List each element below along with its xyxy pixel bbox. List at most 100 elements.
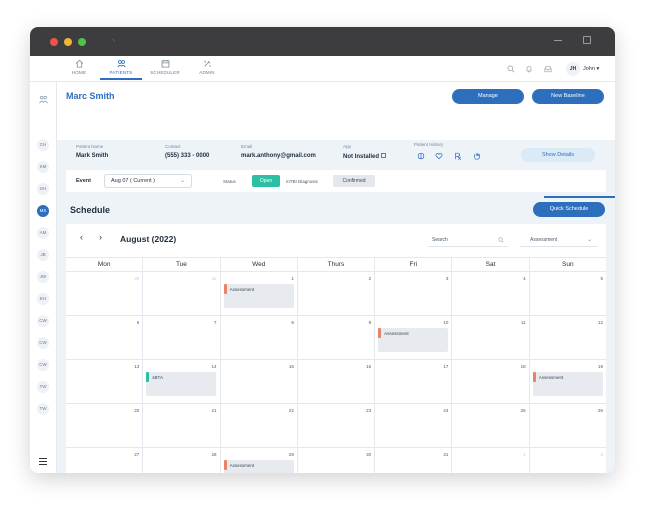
calendar-filter-select[interactable]: Assessment ⌄ bbox=[520, 234, 598, 247]
day-number: 9 bbox=[368, 320, 372, 325]
sidebar-patient-avatar[interactable]: KM bbox=[37, 161, 49, 173]
calendar-day-cell[interactable]: 2 bbox=[298, 272, 376, 315]
app-value: Not Installed bbox=[343, 154, 380, 160]
show-details-button[interactable]: Show Details bbox=[521, 148, 595, 162]
minimize-window-button[interactable] bbox=[64, 38, 72, 46]
calendar-day-cell[interactable]: 15 bbox=[221, 360, 298, 403]
sidebar-patient-avatar[interactable]: TW bbox=[37, 381, 49, 393]
calendar-day-cell[interactable]: 9 bbox=[298, 316, 376, 359]
calendar-event[interactable]: Assessment bbox=[378, 328, 449, 352]
event-label: sBTA bbox=[152, 375, 163, 380]
calendar-event[interactable]: Assessment bbox=[532, 372, 603, 396]
calendar-day-cell[interactable]: 21 bbox=[143, 404, 221, 447]
prescription-icon[interactable] bbox=[454, 152, 462, 160]
calendar-day-cell[interactable]: 22 bbox=[221, 404, 298, 447]
menu-icon[interactable] bbox=[39, 458, 47, 467]
sidebar-patient-avatar[interactable]: CW bbox=[37, 359, 49, 371]
calendar-day-cell[interactable]: 19 Assessment bbox=[530, 360, 606, 403]
calendar-day-cell[interactable]: 23 bbox=[298, 404, 376, 447]
calendar-search-input[interactable]: Search bbox=[428, 234, 508, 247]
calendar-day-cell[interactable]: 26 bbox=[530, 404, 606, 447]
calendar-day-cell[interactable]: 14 sBTA bbox=[143, 360, 221, 403]
calendar-day-cell[interactable]: 12 bbox=[530, 316, 606, 359]
event-select[interactable]: Aug 07 ( Current ) ⌄ bbox=[104, 174, 192, 188]
nav-home[interactable]: HOME bbox=[58, 59, 100, 75]
calendar-event[interactable]: Assessment bbox=[223, 284, 294, 308]
hand-icon[interactable] bbox=[473, 152, 481, 160]
day-number: 24 bbox=[443, 408, 449, 413]
calendar-day-cell[interactable]: 18 bbox=[452, 360, 530, 403]
sidebar-patient-avatar[interactable]: JB bbox=[37, 249, 49, 261]
calendar-day-cell[interactable]: 24 bbox=[375, 404, 453, 447]
sidebar-patient-avatar[interactable]: AM bbox=[37, 227, 49, 239]
nav-admin[interactable]: ADMIN bbox=[186, 59, 228, 75]
calendar-day-cell[interactable]: 4 bbox=[452, 272, 530, 315]
calendar-day-cell[interactable]: 16 bbox=[298, 360, 376, 403]
calendar-day-cell[interactable]: 13 bbox=[66, 360, 144, 403]
prev-month-button[interactable]: ‹ bbox=[80, 232, 83, 242]
sidebar-patient-avatar[interactable]: CW bbox=[37, 315, 49, 327]
heart-icon[interactable] bbox=[435, 152, 443, 160]
day-number: 23 bbox=[366, 408, 372, 413]
calendar-day-cell[interactable]: 31 bbox=[143, 272, 221, 315]
external-link-icon[interactable] bbox=[381, 153, 387, 158]
calendar-day-cell[interactable]: 1 Assessment bbox=[221, 272, 298, 315]
calendar-day-cell[interactable]: 10 Assessment bbox=[375, 316, 453, 359]
bell-icon[interactable] bbox=[525, 65, 533, 73]
calendar-week-row: 30 31 1 Assessment 2 3 4 5 bbox=[66, 272, 606, 316]
sidebar-patient-avatar[interactable]: GH bbox=[37, 183, 49, 195]
patient-name-label: Patient Name bbox=[76, 144, 104, 149]
day-number: 28 bbox=[211, 452, 217, 457]
next-month-button[interactable]: › bbox=[99, 232, 102, 242]
calendar-day-cell[interactable]: 11 bbox=[452, 316, 530, 359]
brain-icon[interactable] bbox=[417, 152, 425, 160]
window-restore-icon[interactable] bbox=[583, 36, 591, 44]
status-label: Status bbox=[223, 179, 236, 184]
day-number: 15 bbox=[288, 364, 294, 369]
calendar-day-cell[interactable]: 8 bbox=[221, 316, 298, 359]
calendar-day-cell[interactable]: 2 bbox=[530, 448, 606, 473]
app-status[interactable]: Not Installed bbox=[343, 153, 387, 160]
calendar-day-cell[interactable]: 1 bbox=[452, 448, 530, 473]
nav-scheduler[interactable]: SCHEDULER bbox=[144, 59, 186, 75]
window-minimize-icon[interactable] bbox=[554, 40, 562, 41]
sidebar-patient-avatar[interactable]: EH bbox=[37, 293, 49, 305]
day-number: 29 bbox=[288, 452, 294, 457]
calendar-day-cell[interactable]: 27 bbox=[66, 448, 144, 473]
search-icon[interactable] bbox=[507, 65, 515, 73]
day-number: 30 bbox=[366, 452, 372, 457]
user-avatar[interactable]: JH bbox=[566, 62, 580, 76]
manage-button[interactable]: Manage bbox=[452, 89, 524, 104]
sidebar-patient-avatar[interactable]: TW bbox=[37, 403, 49, 415]
calendar-day-cell[interactable]: 30 bbox=[298, 448, 376, 473]
maximize-window-button[interactable] bbox=[78, 38, 86, 46]
chevron-down-icon: ⌄ bbox=[179, 178, 185, 184]
close-window-button[interactable] bbox=[50, 38, 58, 46]
calendar-day-cell[interactable]: 7 bbox=[143, 316, 221, 359]
calendar-event[interactable]: sBTA bbox=[146, 372, 217, 396]
calendar-day-cell[interactable]: 25 bbox=[452, 404, 530, 447]
contact-label: Contact bbox=[165, 144, 181, 149]
calendar-day-cell[interactable]: 30 bbox=[66, 272, 144, 315]
calendar-day-cell[interactable]: 6 bbox=[66, 316, 144, 359]
nav-patients[interactable]: PATIENTS bbox=[100, 59, 142, 80]
inbox-icon[interactable] bbox=[544, 65, 552, 73]
sidebar-patient-avatar[interactable]: JW bbox=[37, 271, 49, 283]
patient-sidebar: CH KM GH MS AM JB JW EH CW CW CW TW TW bbox=[30, 82, 57, 473]
email-label: Email bbox=[241, 144, 253, 149]
sidebar-patient-avatar[interactable]: CH bbox=[37, 139, 49, 151]
calendar-day-cell[interactable]: 28 bbox=[143, 448, 221, 473]
calendar-day-cell[interactable]: 3 bbox=[375, 272, 453, 315]
calendar-day-cell[interactable]: 17 bbox=[375, 360, 453, 403]
email-value: mark.anthony@gmail.com bbox=[241, 153, 316, 159]
sidebar-patient-avatar[interactable]: MS bbox=[37, 205, 49, 217]
calendar-event[interactable]: Assessment bbox=[223, 460, 294, 473]
calendar-day-cell[interactable]: 5 bbox=[530, 272, 606, 315]
calendar-day-cell[interactable]: 20 bbox=[66, 404, 144, 447]
new-baseline-button[interactable]: New Baseline bbox=[532, 89, 604, 104]
user-menu[interactable]: John ▾ bbox=[583, 66, 599, 72]
calendar-day-cell[interactable]: 31 bbox=[375, 448, 453, 473]
calendar-day-cell[interactable]: 29 Assessment bbox=[221, 448, 298, 473]
quick-schedule-button[interactable]: Quick Schedule bbox=[533, 202, 605, 217]
sidebar-patient-avatar[interactable]: CW bbox=[37, 337, 49, 349]
